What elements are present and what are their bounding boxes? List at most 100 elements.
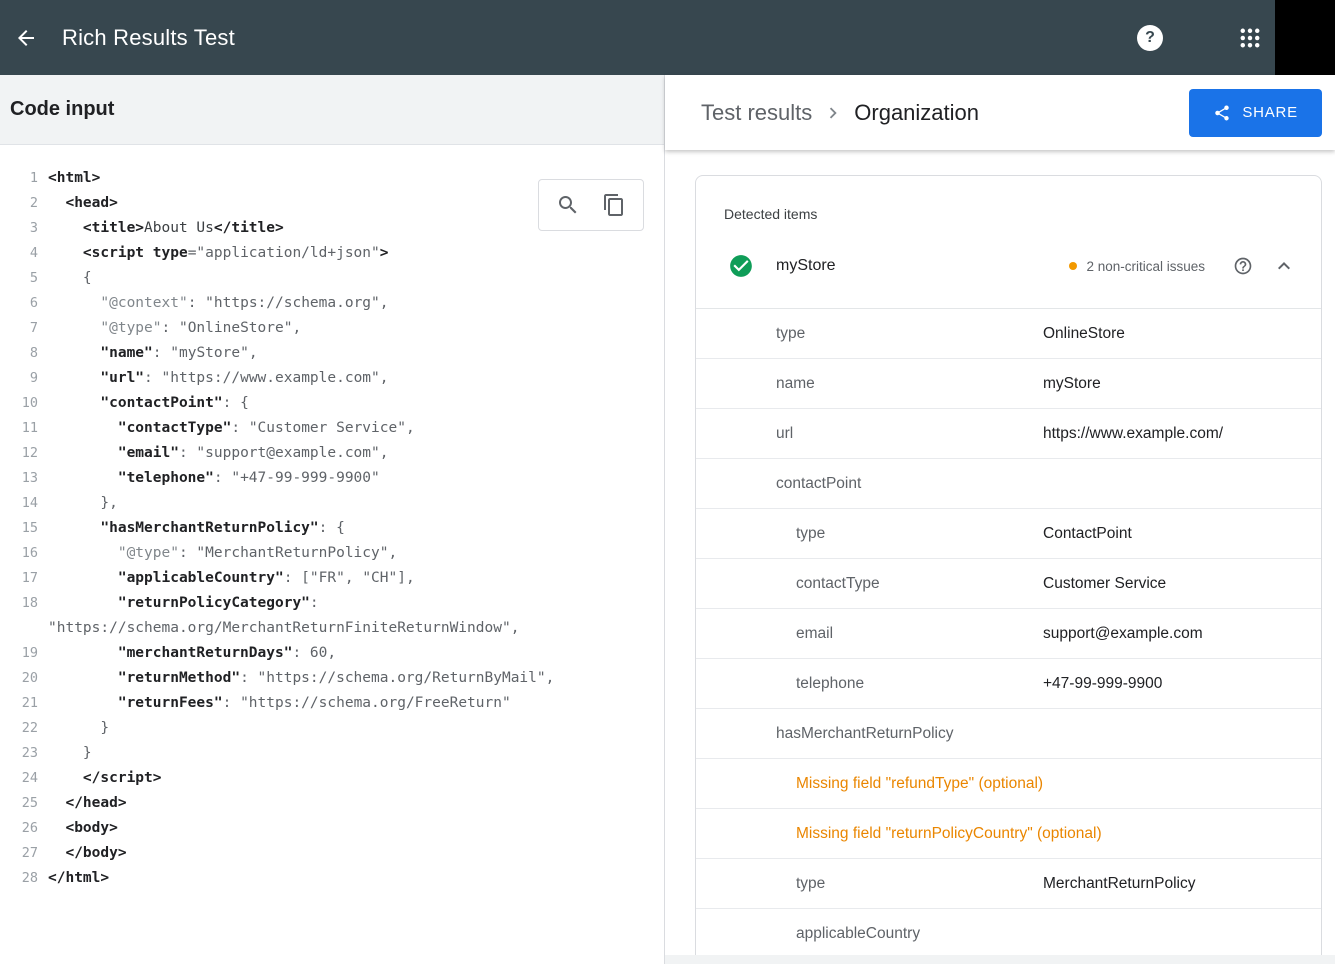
- line-number: 11: [0, 416, 48, 441]
- property-value: MerchantReturnPolicy: [1043, 875, 1195, 893]
- account-avatar[interactable]: [1275, 0, 1335, 75]
- line-number: 17: [0, 566, 48, 591]
- property-group-row: applicableCountry: [696, 909, 1321, 959]
- code-line: 22 }: [0, 716, 664, 741]
- code-line: 16 "@type": "MerchantReturnPolicy",: [0, 541, 664, 566]
- entity-row[interactable]: myStore 2 non-critical issues: [724, 240, 1297, 292]
- code-line: 19 "merchantReturnDays": 60,: [0, 641, 664, 666]
- code-line: "https://schema.org/MerchantReturnFinite…: [0, 616, 664, 641]
- warning-row: Missing field "returnPolicyCountry" (opt…: [696, 809, 1321, 859]
- property-value: +47-99-999-9900: [1043, 675, 1162, 693]
- warning-row: Missing field "refundType" (optional): [696, 759, 1321, 809]
- code-text: <script type="application/ld+json">: [48, 241, 388, 266]
- code-text: </html>: [48, 866, 109, 891]
- code-text: <title>About Us</title>: [48, 216, 284, 241]
- code-toolbar: [538, 179, 644, 231]
- code-text: "hasMerchantReturnPolicy": {: [48, 516, 345, 541]
- property-row: typeMerchantReturnPolicy: [696, 859, 1321, 909]
- line-number: 7: [0, 316, 48, 341]
- property-value: ContactPoint: [1043, 525, 1132, 543]
- line-number: 27: [0, 841, 48, 866]
- arrow-left-icon: [14, 26, 38, 50]
- help-button[interactable]: ?: [1132, 20, 1168, 56]
- line-number: 22: [0, 716, 48, 741]
- warning-dot-icon: [1069, 262, 1077, 270]
- code-line: 10 "contactPoint": {: [0, 391, 664, 416]
- property-label: contactType: [796, 575, 880, 593]
- chevron-up-icon: [1272, 254, 1296, 278]
- code-text: "contactPoint": {: [48, 391, 249, 416]
- copy-code-button[interactable]: [602, 193, 626, 217]
- line-number: 25: [0, 791, 48, 816]
- bottom-scrollbar-track: [665, 955, 1335, 964]
- code-input-header: Code input: [0, 75, 664, 145]
- code-text: "returnFees": "https://schema.org/FreeRe…: [48, 691, 511, 716]
- line-number: 20: [0, 666, 48, 691]
- back-button[interactable]: [4, 16, 48, 60]
- code-text: "contactType": "Customer Service",: [48, 416, 415, 441]
- line-number: 8: [0, 341, 48, 366]
- search-icon: [556, 193, 580, 217]
- property-label: telephone: [796, 675, 864, 693]
- code-text: "https://schema.org/MerchantReturnFinite…: [48, 616, 519, 641]
- property-label: type: [776, 325, 805, 343]
- help-circle-icon: ?: [1137, 25, 1163, 51]
- line-number: 28: [0, 866, 48, 891]
- code-line: 5 {: [0, 266, 664, 291]
- search-code-button[interactable]: [556, 193, 580, 217]
- line-number: 24: [0, 766, 48, 791]
- line-number: 1: [0, 166, 48, 191]
- code-text: "@context": "https://schema.org",: [48, 291, 389, 316]
- code-text: "returnPolicyCategory":: [48, 591, 319, 616]
- code-line: 11 "contactType": "Customer Service",: [0, 416, 664, 441]
- property-row: emailsupport@example.com: [696, 609, 1321, 659]
- property-label: hasMerchantReturnPolicy: [776, 725, 953, 743]
- property-value: OnlineStore: [1043, 325, 1125, 343]
- code-text: "name": "myStore",: [48, 341, 258, 366]
- property-row: urlhttps://www.example.com/: [696, 409, 1321, 459]
- entity-help-button[interactable]: [1231, 254, 1255, 278]
- code-text: "applicableCountry": ["FR", "CH"],: [48, 566, 415, 591]
- app-title: Rich Results Test: [62, 25, 235, 51]
- topbar: Rich Results Test ?: [0, 0, 1335, 75]
- code-text: </body>: [48, 841, 127, 866]
- chevron-right-icon: [822, 102, 844, 124]
- issues-summary: 2 non-critical issues: [1069, 259, 1205, 274]
- code-line: 28</html>: [0, 866, 664, 891]
- detected-items-label: Detected items: [724, 206, 1297, 222]
- share-button[interactable]: SHARE: [1189, 89, 1322, 137]
- line-number: 16: [0, 541, 48, 566]
- property-value: Customer Service: [1043, 575, 1166, 593]
- code-line: 7 "@type": "OnlineStore",: [0, 316, 664, 341]
- code-line: 17 "applicableCountry": ["FR", "CH"],: [0, 566, 664, 591]
- code-line: 6 "@context": "https://schema.org",: [0, 291, 664, 316]
- line-number: 26: [0, 816, 48, 841]
- apps-grid-button[interactable]: [1232, 20, 1268, 56]
- code-line: 24 </script>: [0, 766, 664, 791]
- code-line: 21 "returnFees": "https://schema.org/Fre…: [0, 691, 664, 716]
- code-text: "merchantReturnDays": 60,: [48, 641, 336, 666]
- code-input-panel: Code input 1<html>2 <head>3 <title>About…: [0, 75, 665, 964]
- code-text: <head>: [48, 191, 118, 216]
- property-row: telephone +47-99-999-9900: [696, 659, 1321, 709]
- code-text: }: [48, 716, 109, 741]
- code-line: 14 },: [0, 491, 664, 516]
- code-line: 25 </head>: [0, 791, 664, 816]
- code-text: {: [48, 266, 92, 291]
- line-number: 2: [0, 191, 48, 216]
- property-row: typeContactPoint: [696, 509, 1321, 559]
- breadcrumb-current-page: Organization: [854, 100, 979, 126]
- code-text: "telephone": "+47-99-999-9900": [48, 466, 380, 491]
- breadcrumb-test-results[interactable]: Test results: [701, 100, 812, 126]
- code-line: 13 "telephone": "+47-99-999-9900": [0, 466, 664, 491]
- property-group-row: contactPoint: [696, 459, 1321, 509]
- code-editor[interactable]: 1<html>2 <head>3 <title>About Us</title>…: [0, 145, 664, 964]
- line-number: 3: [0, 216, 48, 241]
- collapse-entity-button[interactable]: [1271, 253, 1297, 279]
- property-label: name: [776, 375, 815, 393]
- code-line: 18 "returnPolicyCategory":: [0, 591, 664, 616]
- code-line: 26 <body>: [0, 816, 664, 841]
- line-number: 4: [0, 241, 48, 266]
- line-number: 23: [0, 741, 48, 766]
- code-line: 9 "url": "https://www.example.com",: [0, 366, 664, 391]
